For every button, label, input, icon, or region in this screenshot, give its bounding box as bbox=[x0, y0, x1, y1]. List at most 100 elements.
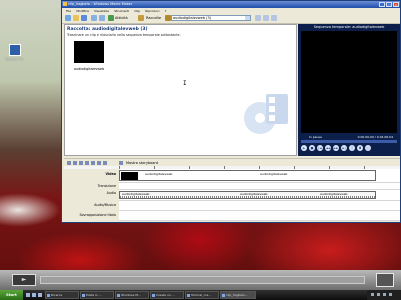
track-label-video[interactable]: Video bbox=[106, 172, 117, 176]
zoom-out-icon[interactable] bbox=[91, 161, 95, 165]
window-title: clip_hogbelo - Windows Movie Maker bbox=[68, 2, 133, 6]
monitor-screen bbox=[301, 31, 397, 133]
window-titlebar[interactable]: clip_hogbelo - Windows Movie Maker _ □ × bbox=[62, 1, 400, 8]
taskbar-item[interactable]: Tutorial_cre... bbox=[185, 291, 219, 299]
title-overlay-track bbox=[119, 211, 400, 221]
show-storyboard-button[interactable]: Mostra storyboard bbox=[126, 161, 158, 165]
redo-icon[interactable] bbox=[99, 15, 105, 21]
audio-music-track bbox=[119, 201, 400, 211]
new-folder-icon[interactable] bbox=[263, 15, 269, 21]
narrate-timeline-icon[interactable] bbox=[79, 161, 83, 165]
minimize-button[interactable]: _ bbox=[379, 2, 385, 7]
media-seek-slot[interactable] bbox=[40, 276, 365, 284]
collections-button[interactable]: Raccolte bbox=[146, 16, 161, 20]
collection-title: Raccolta: audiodigitalevweb (3) bbox=[67, 27, 148, 32]
playback-status: In pausa bbox=[309, 135, 322, 139]
next-frame-icon[interactable]: ►| bbox=[341, 145, 347, 151]
set-audio-levels-icon[interactable] bbox=[73, 161, 77, 165]
previous-frame-icon[interactable]: |◄ bbox=[317, 145, 323, 151]
network-icon[interactable] bbox=[371, 293, 374, 296]
media-player-bar: ► bbox=[0, 270, 401, 290]
monitor-title: Sequenza temporale: audiodigitalevweb bbox=[313, 25, 385, 29]
open-project-icon[interactable] bbox=[73, 15, 79, 21]
collection-pane: Raccolta: audiodigitalevweb (3) Trascina… bbox=[64, 24, 297, 156]
taskbar-item[interactable]: Create un ... bbox=[150, 291, 184, 299]
taskbar-item[interactable]: Posta in ... bbox=[80, 291, 114, 299]
browser-icon bbox=[152, 294, 155, 297]
collections-icon[interactable] bbox=[138, 15, 144, 21]
transition-track bbox=[119, 183, 400, 190]
video-clip[interactable]: audiodigitalevweb audiodigitalevweb bbox=[119, 170, 376, 181]
monitor-status-bar: In pausa 0.00.00,00 / 0.04.06,04 bbox=[301, 134, 397, 139]
audio-track: audiodigitalevweb audiodigitalevweb audi… bbox=[119, 190, 400, 201]
tasks-button[interactable]: Attività bbox=[115, 16, 128, 20]
media-play-button[interactable]: ► bbox=[12, 274, 36, 286]
document-icon bbox=[187, 294, 190, 297]
timeline-options-icon[interactable] bbox=[67, 161, 71, 165]
system-tray bbox=[367, 290, 401, 300]
quicklaunch-ie-icon[interactable] bbox=[26, 293, 30, 297]
movie-maker-icon bbox=[9, 44, 21, 56]
toolbar: Attività Raccolte audiodigitalevweb (3) bbox=[62, 13, 400, 24]
audio-waveform bbox=[120, 196, 375, 198]
taskbar-item[interactable]: Ricerca bbox=[45, 291, 79, 299]
search-icon bbox=[47, 294, 50, 297]
video-clip-label: audiodigitalevweb bbox=[260, 172, 288, 176]
video-track: audiodigitalevweb audiodigitalevweb bbox=[119, 169, 400, 183]
desktop-shortcut-label: Windows M... bbox=[5, 57, 25, 61]
track-label-audio-music: Audio/Musica bbox=[94, 203, 116, 207]
fast-forward-icon[interactable]: ►► bbox=[333, 145, 339, 151]
views-icon[interactable] bbox=[271, 15, 277, 21]
quicklaunch-media-icon[interactable] bbox=[38, 293, 42, 297]
clip-thumbnail[interactable] bbox=[74, 41, 104, 63]
volume-icon[interactable] bbox=[377, 293, 380, 296]
collection-select[interactable]: audiodigitalevweb (3) bbox=[171, 15, 251, 21]
quicklaunch-desktop-icon[interactable] bbox=[32, 293, 36, 297]
mail-icon bbox=[82, 294, 85, 297]
chevron-down-icon[interactable] bbox=[245, 16, 250, 20]
clip-thumbnail-label: audiodigitalevweb bbox=[74, 67, 105, 71]
film-reel-watermark-icon bbox=[244, 94, 288, 134]
tasks-icon[interactable] bbox=[108, 15, 114, 21]
start-button[interactable]: Start bbox=[0, 290, 23, 300]
play-timeline-icon[interactable] bbox=[103, 161, 107, 165]
play-icon[interactable]: ► bbox=[301, 145, 307, 151]
text-cursor-icon: I bbox=[183, 80, 187, 87]
seek-bar[interactable] bbox=[301, 140, 397, 143]
video-clip-frame bbox=[121, 172, 138, 180]
taskbar-item-active[interactable]: clip_hogbelo... bbox=[220, 291, 256, 299]
close-button[interactable]: × bbox=[393, 2, 399, 7]
stop-icon[interactable]: ■ bbox=[309, 145, 315, 151]
security-icon[interactable] bbox=[383, 293, 386, 296]
media-thumbnail-icon[interactable] bbox=[376, 273, 394, 287]
taskbar: Start Ricerca Posta in ... Windows M... … bbox=[0, 290, 401, 300]
clock-icon[interactable] bbox=[389, 293, 392, 296]
save-project-icon[interactable] bbox=[81, 15, 87, 21]
preview-monitor: Sequenza temporale: audiodigitalevweb In… bbox=[298, 24, 400, 156]
rewind-icon[interactable]: ◄◄ bbox=[325, 145, 331, 151]
new-project-icon[interactable] bbox=[65, 15, 71, 21]
collection-hint: Trascinare un clip e rilasciarlo nella s… bbox=[67, 33, 181, 37]
go-up-icon[interactable] bbox=[255, 15, 261, 21]
split-clip-icon[interactable]: ⎮ bbox=[349, 145, 355, 151]
desktop-background: Windows M... clip_hogbelo - Windows Movi… bbox=[0, 0, 401, 300]
undo-icon[interactable] bbox=[91, 15, 97, 21]
track-label-title-overlay: Sovrapposizione titolo bbox=[79, 213, 116, 217]
desktop-shortcut[interactable]: Windows M... bbox=[4, 44, 26, 61]
audio-clip[interactable]: audiodigitalevweb audiodigitalevweb audi… bbox=[119, 191, 376, 199]
rewind-timeline-icon[interactable] bbox=[97, 161, 101, 165]
maximize-button[interactable]: □ bbox=[386, 2, 392, 7]
movie-maker-icon bbox=[222, 294, 225, 297]
track-label-transition: Transizione bbox=[97, 184, 116, 188]
app-icon bbox=[63, 2, 67, 6]
movie-maker-window: clip_hogbelo - Windows Movie Maker _ □ ×… bbox=[61, 0, 401, 223]
taskbar-item[interactable]: Windows M... bbox=[115, 291, 149, 299]
track-headers: Video Transizione Audio Audio/Musica Sov… bbox=[64, 169, 119, 221]
playback-time: 0.00.00,00 / 0.04.06,04 bbox=[357, 135, 393, 139]
collection-select-value: audiodigitalevweb (3) bbox=[173, 16, 212, 20]
video-clip-label: audiodigitalevweb bbox=[145, 172, 173, 176]
storyboard-icon[interactable] bbox=[119, 161, 123, 165]
snapshot-icon[interactable]: ◘ bbox=[357, 145, 363, 151]
zoom-in-icon[interactable] bbox=[85, 161, 89, 165]
fullscreen-icon[interactable]: □ bbox=[365, 145, 371, 151]
